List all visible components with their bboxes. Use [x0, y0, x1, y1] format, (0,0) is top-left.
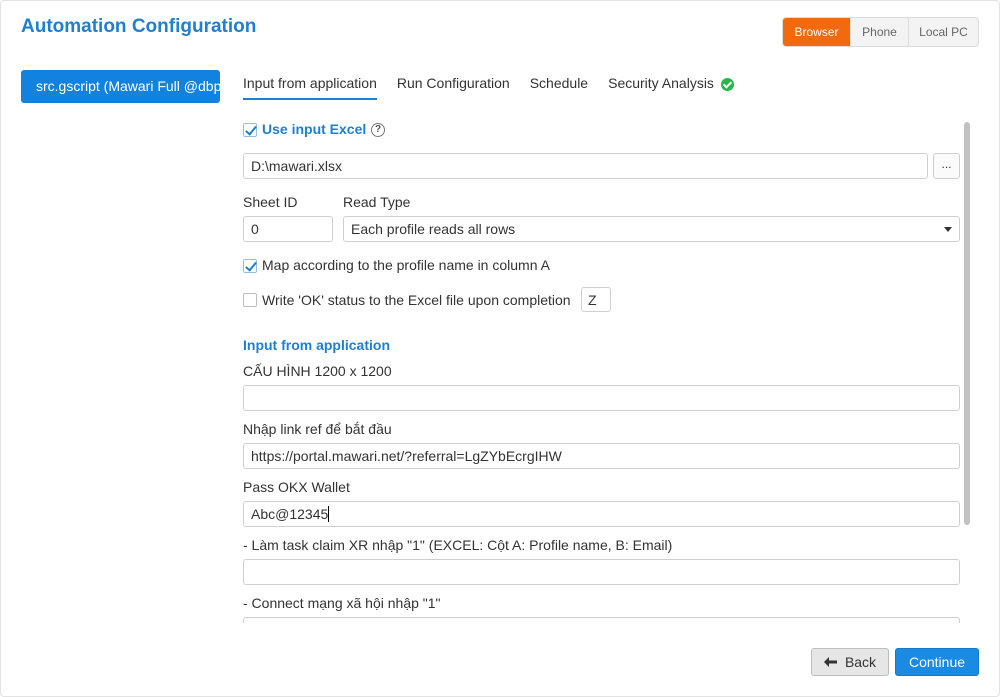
tab-schedule[interactable]: Schedule	[530, 73, 588, 100]
config-size-input[interactable]	[243, 385, 960, 411]
field-label: - Connect mạng xã hội nhập "1"	[243, 595, 441, 611]
section-title: Input from application	[243, 337, 390, 353]
tab-run-configuration[interactable]: Run Configuration	[397, 73, 510, 100]
use-input-excel-label: Use input Excel	[262, 121, 367, 137]
write-ok-status-label: Write 'OK' status to the Excel file upon…	[262, 292, 571, 308]
read-type-value: Each profile reads all rows	[351, 221, 516, 237]
field-label: - Làm task claim XR nhập "1" (EXCEL: Cột…	[243, 537, 673, 553]
config-tabs: Input from application Run Configuration…	[243, 73, 754, 101]
ref-link-input[interactable]: https://portal.mawari.net/?referral=LgZY…	[243, 443, 960, 469]
back-button-label: Back	[844, 654, 877, 670]
tab-input-from-application[interactable]: Input from application	[243, 73, 377, 100]
platform-phone-button[interactable]: Phone	[850, 18, 908, 46]
map-profile-name-checkbox[interactable]	[243, 259, 257, 273]
field-label: Nhập link ref để bắt đầu	[243, 421, 392, 437]
chevron-down-icon	[944, 227, 952, 232]
form-scrollbar[interactable]	[964, 122, 970, 525]
window-frame	[0, 0, 1000, 697]
tab-security-analysis[interactable]: Security Analysis	[608, 73, 734, 100]
tab-label: Security Analysis	[608, 75, 714, 91]
okx-wallet-password-value: Abc@12345	[251, 506, 329, 522]
read-type-select[interactable]: Each profile reads all rows	[343, 216, 960, 242]
sheet-id-input[interactable]: 0	[243, 216, 333, 242]
continue-button[interactable]: Continue	[895, 648, 979, 676]
check-circle-icon	[720, 78, 734, 91]
claim-xr-task-input[interactable]	[243, 559, 960, 585]
text-cursor	[328, 506, 330, 522]
use-input-excel-checkbox[interactable]	[243, 123, 257, 137]
excel-file-path-input[interactable]: D:\mawari.xlsx	[243, 153, 928, 179]
sidebar-script-item[interactable]: src.gscript (Mawari Full @dbp	[21, 70, 220, 103]
field-label: CẤU HÌNH 1200 x 1200	[243, 363, 392, 379]
write-ok-status-checkbox[interactable]	[243, 293, 257, 307]
platform-local-pc-button[interactable]: Local PC	[908, 18, 978, 46]
arrow-left-icon	[823, 657, 837, 667]
okx-wallet-password-input[interactable]: Abc@12345	[243, 501, 960, 527]
sheet-id-label: Sheet ID	[243, 194, 298, 210]
help-icon[interactable]: ?	[371, 123, 385, 137]
tab-label: Input from application	[243, 75, 377, 91]
tab-label: Run Configuration	[396, 75, 510, 91]
back-button[interactable]: Back	[811, 648, 889, 676]
platform-browser-button[interactable]: Browser	[783, 18, 850, 46]
field-label: Pass OKX Wallet	[243, 479, 350, 495]
map-profile-name-label: Map according to the profile name in col…	[262, 257, 550, 273]
connect-social-input[interactable]	[243, 617, 960, 623]
tab-label: Schedule	[529, 75, 589, 91]
page-title: Automation Configuration	[21, 16, 257, 37]
write-ok-column-input[interactable]: Z	[581, 287, 611, 312]
browse-file-button[interactable]: ...	[933, 153, 960, 179]
platform-toggle: Browser Phone Local PC	[782, 17, 979, 47]
read-type-label: Read Type	[343, 194, 411, 210]
